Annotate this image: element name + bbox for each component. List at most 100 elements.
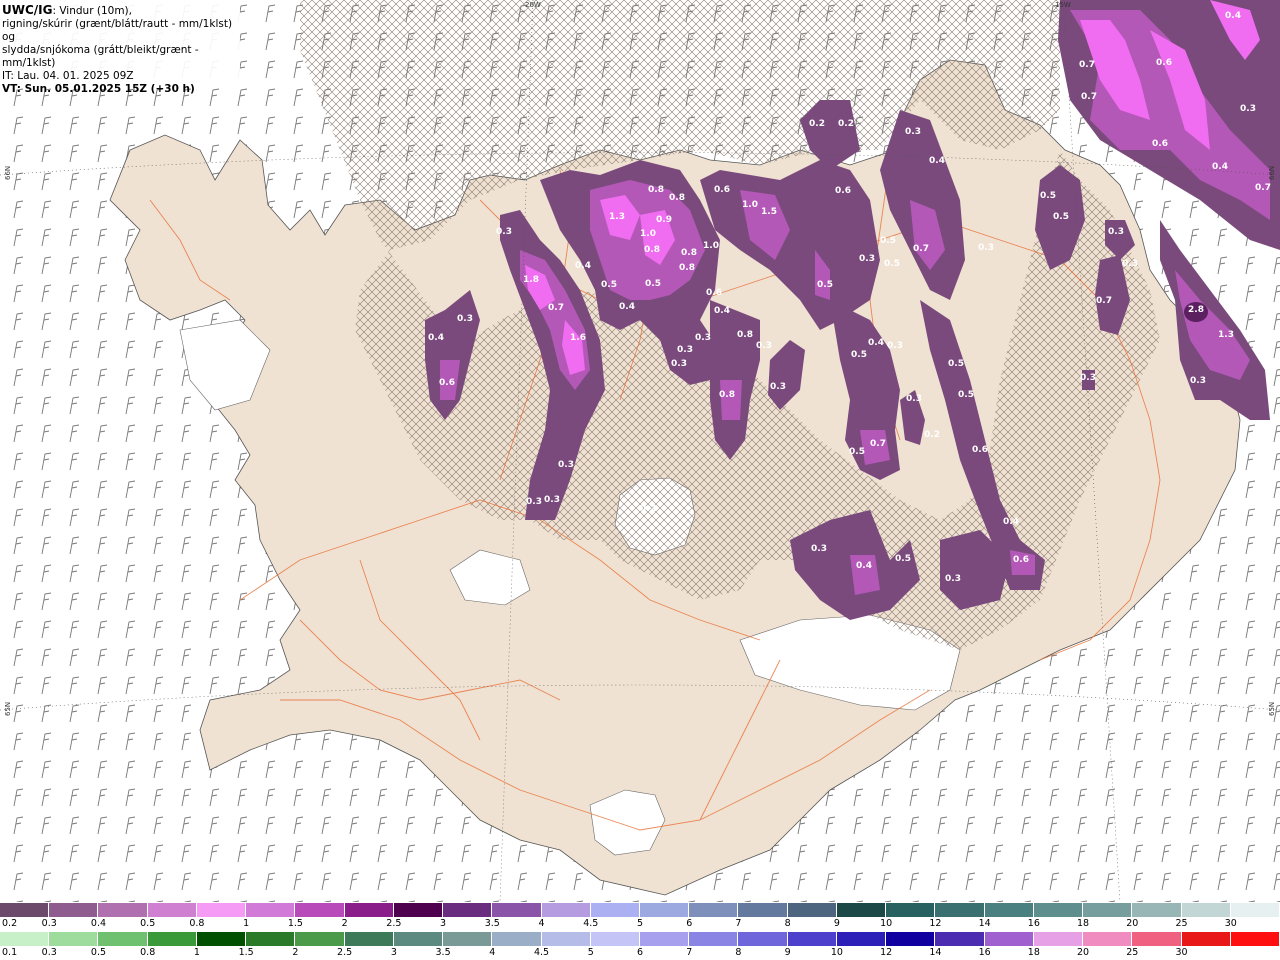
colorbar-swatch: [492, 932, 542, 946]
precip-value-label: 1.8: [523, 275, 539, 285]
precip-value-label: 0.5: [645, 279, 661, 289]
initial-time: IT: Lau. 04. 01. 2025 09Z: [2, 70, 134, 82]
precip-value-label: 0.6: [1156, 58, 1172, 68]
precip-value-label: 0.3: [859, 254, 875, 264]
precip-value-label: 0.8: [719, 390, 735, 400]
colorbar-label: 4: [538, 918, 545, 929]
precip-value-label: 0.5: [958, 390, 974, 400]
colorbar-label: 20: [1077, 947, 1090, 958]
colorbar-swatch: [147, 932, 197, 946]
colorbar-swatch: [1181, 903, 1231, 917]
model-name: UWC/IG: [2, 3, 53, 17]
colorbar-label: 9: [833, 918, 840, 929]
colorbar-swatch: [147, 903, 197, 917]
precip-value-label: 0.3: [978, 243, 994, 253]
precip-value-label: 0.4: [856, 561, 872, 571]
colorbar-label: 7: [686, 947, 693, 958]
weather-map: 0.2 0.20.30.40.60.50.3 0.50.7 0.30.50.61.51…: [0, 0, 1280, 902]
colorbar-swatch: [1132, 903, 1182, 917]
colorbar-swatch: [836, 903, 887, 917]
colorbar-swatch: [836, 932, 887, 946]
precip-value-label: 1.6: [570, 333, 586, 343]
rain-colorbar-labels: 0.1 0.3 0.5 0.8 1 1.5 2 2.5 3 3.5 4 4.5 5 6 7 8 9 10 12 14 1…: [0, 947, 1280, 959]
precip-value-label: 0.5: [817, 280, 833, 290]
colorbar-swatch: [1230, 932, 1280, 946]
colorbar-label: 4: [489, 947, 496, 958]
colorbar-swatch: [0, 932, 50, 946]
colorbar-label: 1: [243, 918, 250, 929]
colorbar-swatch: [443, 932, 493, 946]
colorbar-swatch: [49, 932, 99, 946]
colorbar-swatch: [738, 903, 788, 917]
colorbar-label: 3.5: [484, 918, 500, 929]
colorbar-swatch: [344, 903, 394, 917]
colorbar-label: 2.5: [386, 918, 402, 929]
precip-value-label: 0.6: [972, 445, 988, 455]
precip-value-label: 0.3: [671, 359, 687, 369]
precip-value-label: 0.3: [811, 544, 827, 554]
colorbar-swatch: [492, 903, 542, 917]
lat-label-65-left: 65N: [4, 701, 12, 716]
colorbar-label: 12: [929, 918, 942, 929]
colorbar-swatch: [196, 932, 247, 946]
map-title-box: UWC/IG: Vindur (10m), rigning/skúrir (gr…: [0, 0, 240, 95]
colorbar-label: 1: [193, 947, 200, 958]
colorbar-swatch: [787, 903, 837, 917]
precip-value-label: 0.4: [575, 261, 591, 271]
colorbar-label: 0.4: [90, 918, 107, 929]
precip-value-label: 0.7: [870, 439, 886, 449]
colorbar-swatch: [541, 932, 591, 946]
colorbar-swatch: [49, 903, 99, 917]
colorbar-label: 16: [978, 947, 991, 958]
colorbar-swatch: [1033, 932, 1084, 946]
precip-value-label: 1.5: [761, 207, 777, 217]
colorbar-label: 14: [978, 918, 991, 929]
precip-value-label: 0.3: [945, 574, 961, 584]
precip-value-label: 0.7: [548, 303, 564, 313]
precip-value-label: 0.7: [1079, 60, 1095, 70]
colorbar-label: 3: [390, 947, 397, 958]
colorbar-label: 1.5: [238, 947, 254, 958]
colorbar-swatch: [393, 903, 444, 917]
precip-value-label: 0.2: [809, 119, 825, 129]
precip-value-label: 1.3: [609, 212, 625, 222]
colorbar-label: 8: [735, 947, 742, 958]
precip-value-label: 1.0: [742, 200, 758, 210]
colorbar-label: 7: [735, 918, 742, 929]
colorbar-swatch: [393, 932, 444, 946]
precip-value-label: 0.4: [1003, 517, 1019, 527]
colorbar-label: 10: [880, 918, 893, 929]
precip-value-label: 0.5: [849, 447, 865, 457]
precip-value-label: 0.2: [640, 504, 656, 514]
precip-value-label: 0.3: [887, 341, 903, 351]
colorbar-label: 6: [636, 947, 644, 958]
colorbar-swatch: [295, 932, 345, 946]
colorbar-label: 0.5: [140, 918, 156, 929]
colorbar-swatch: [98, 903, 148, 917]
colorbar-swatch: [886, 932, 936, 946]
colorbar-swatch: [787, 932, 837, 946]
precip-value-label: 0.3: [496, 227, 512, 237]
precip-value-label: 0.3: [526, 497, 542, 507]
colorbar-swatch: [689, 903, 739, 917]
colorbar-swatch: [984, 932, 1034, 946]
lat-label-66-right: 66N: [1268, 165, 1276, 180]
colorbar-label: 14: [929, 947, 942, 958]
colorbar-label: 3.5: [435, 947, 451, 958]
precip-value-label: 0.5: [1053, 212, 1069, 222]
colorbar-label: 18: [1027, 947, 1040, 958]
colorbar-swatch: [689, 932, 739, 946]
precip-value-label: 0.7: [913, 244, 929, 254]
colorbar-label: 4.5: [583, 918, 599, 929]
precip-value-label: 0.5: [948, 359, 964, 369]
colorbar-label: 0.8: [140, 947, 156, 958]
colorbar-label: 12: [880, 947, 893, 958]
colorbar-swatch: [1230, 903, 1280, 917]
colorbar-swatch: [935, 903, 985, 917]
precip-value-label: 1.0: [640, 229, 656, 239]
precip-value-label: 0.3: [905, 127, 921, 137]
precip-value-label: 0.5: [1040, 191, 1056, 201]
precip-value-label: 0.5: [601, 280, 617, 290]
precip-value-label: 0.3: [1190, 376, 1206, 386]
colorbar-label: 30: [1175, 947, 1188, 958]
